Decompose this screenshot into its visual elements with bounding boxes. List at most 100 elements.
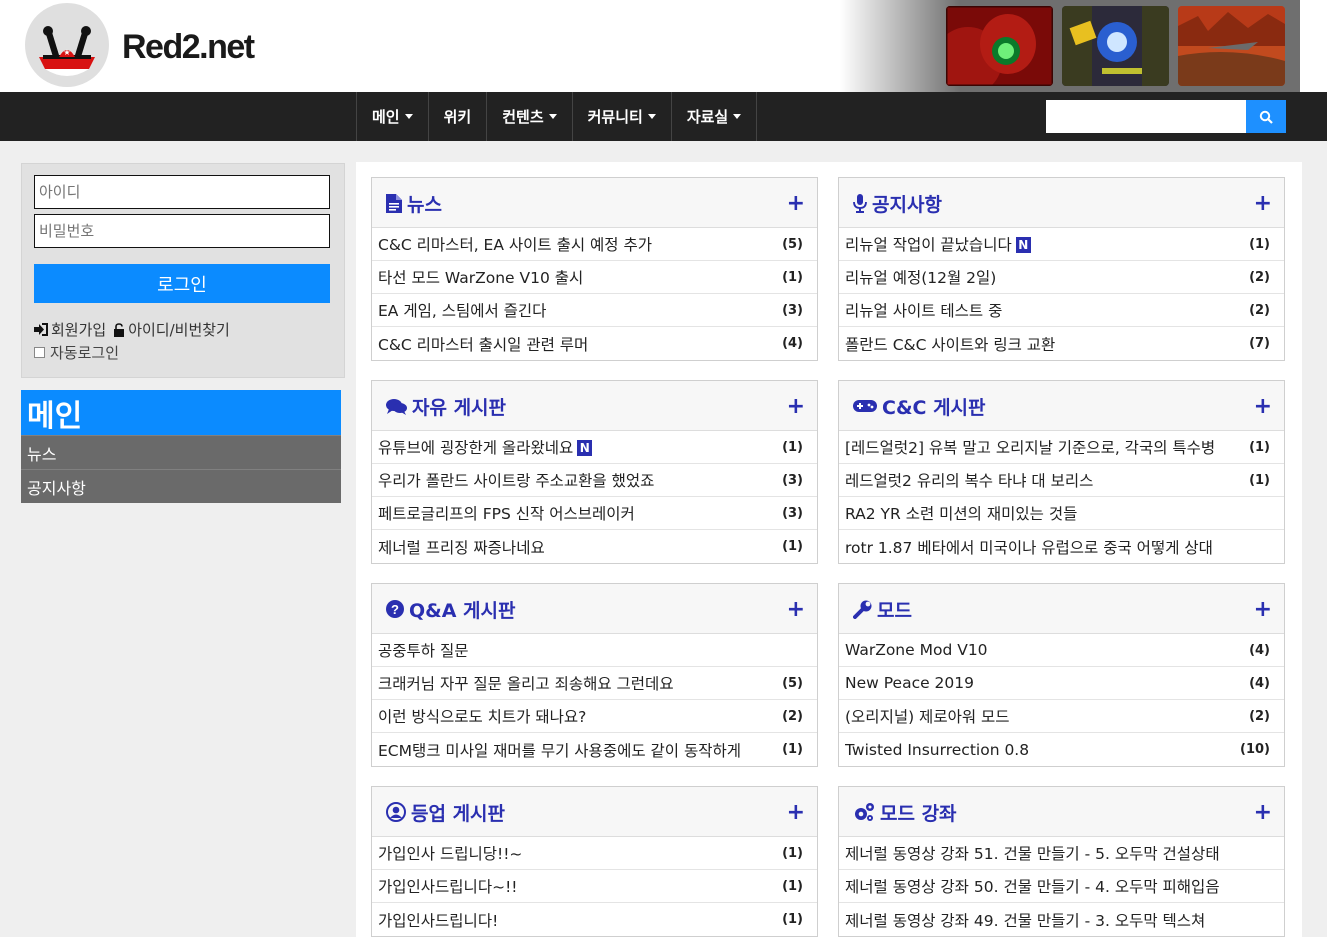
post-row[interactable]: 이런 방식으로도 치트가 돼나요? (2)	[372, 700, 817, 733]
nav-item-wiki[interactable]: 위키	[429, 92, 488, 141]
post-title[interactable]: 가입인사드립니다!	[378, 909, 776, 931]
post-title[interactable]: 크래커님 자꾸 질문 올리고 죄송해요 그런데요	[378, 672, 776, 694]
post-title[interactable]: 페트로글리프의 FPS 신작 어스브레이커	[378, 502, 776, 524]
post-title[interactable]: 제너럴 프리징 짜증나네요	[378, 536, 776, 558]
post-row[interactable]: 제너럴 동영상 강좌 51. 건물 만들기 - 5. 오두막 건설상태	[839, 837, 1284, 870]
post-row[interactable]: 제너럴 동영상 강좌 49. 건물 만들기 - 3. 오두막 텍스쳐	[839, 903, 1284, 936]
board-title[interactable]: C&C 게시판	[853, 381, 986, 431]
post-title[interactable]: 공중투하 질문	[378, 639, 803, 661]
game-thumbnail-ra[interactable]	[1062, 6, 1169, 86]
post-row[interactable]: rotr 1.87 베타에서 미국이나 유럽으로 중국 어떻게 상대	[839, 530, 1284, 563]
post-row[interactable]: New Peace 2019 (4)	[839, 667, 1284, 700]
post-row[interactable]: 가입인사 드립니당!!~ (1)	[372, 837, 817, 870]
post-row[interactable]: (오리지널) 제로아워 모드 (2)	[839, 700, 1284, 733]
post-row[interactable]: WarZone Mod V10 (4)	[839, 634, 1284, 667]
post-title[interactable]: (오리지널) 제로아워 모드	[845, 705, 1243, 727]
post-title[interactable]: 레드얼럿2 유리의 복수 타냐 대 보리스	[845, 469, 1243, 491]
post-title[interactable]: 유튜브에 굉장한게 올라왔네요 N	[378, 436, 776, 458]
board-title[interactable]: 모드 강좌	[853, 787, 957, 837]
post-row[interactable]: RA2 YR 소련 미션의 재미있는 것들	[839, 497, 1284, 530]
post-row[interactable]: 가입인사드립니다! (1)	[372, 903, 817, 936]
post-title[interactable]: 타선 모드 WarZone V10 출시	[378, 266, 776, 288]
search-input[interactable]	[1046, 100, 1246, 133]
new-badge: N	[577, 440, 593, 456]
post-title[interactable]: 리뉴얼 사이트 테스트 중	[845, 299, 1243, 321]
post-title[interactable]: [레드얼럿2] 유복 말고 오리지날 기준으로, 각국의 특수병	[845, 436, 1243, 458]
post-title[interactable]: ECM탱크 미사일 재머를 무기 사용중에도 같이 동작하게	[378, 739, 776, 761]
more-plus-icon[interactable]: +	[1254, 800, 1272, 825]
post-title[interactable]: 가입인사 드립니당!!~	[378, 842, 776, 864]
post-row[interactable]: 제너럴 프리징 짜증나네요 (1)	[372, 530, 817, 563]
game-thumbnail-generals[interactable]	[1178, 6, 1285, 86]
post-row[interactable]: EA 게임, 스팀에서 즐긴다 (3)	[372, 294, 817, 327]
site-logo-text[interactable]: Red2.net	[122, 28, 255, 67]
nav-item-contents[interactable]: 컨텐츠	[487, 92, 573, 141]
post-title[interactable]: New Peace 2019	[845, 674, 1243, 692]
post-row[interactable]: 제너럴 동영상 강좌 50. 건물 만들기 - 4. 오두막 피해입음	[839, 870, 1284, 903]
post-row[interactable]: 리뉴얼 사이트 테스트 중 (2)	[839, 294, 1284, 327]
nav-item-archive[interactable]: 자료실	[672, 92, 758, 141]
post-row[interactable]: 우리가 폴란드 사이트랑 주소교환을 했었죠 (3)	[372, 464, 817, 497]
post-row[interactable]: 타선 모드 WarZone V10 출시 (1)	[372, 261, 817, 294]
post-row[interactable]: 리뉴얼 예정(12월 2일) (2)	[839, 261, 1284, 294]
find-account-link[interactable]: 아이디/비번찾기	[128, 319, 230, 340]
password-input[interactable]	[34, 214, 330, 248]
post-title[interactable]: 이런 방식으로도 치트가 돼나요?	[378, 705, 776, 727]
auto-login[interactable]: 자동로그인	[34, 342, 119, 363]
post-row[interactable]: 페트로글리프의 FPS 신작 어스브레이커 (3)	[372, 497, 817, 530]
post-row[interactable]: C&C 리마스터 출시일 관련 루머 (4)	[372, 327, 817, 360]
post-row[interactable]: 유튜브에 굉장한게 올라왔네요 N (1)	[372, 431, 817, 464]
login-button[interactable]: 로그인	[34, 264, 330, 303]
post-title[interactable]: 제너럴 동영상 강좌 49. 건물 만들기 - 3. 오두막 텍스쳐	[845, 909, 1270, 931]
more-plus-icon[interactable]: +	[1254, 191, 1272, 216]
post-row[interactable]: 리뉴얼 작업이 끝났습니다 N (1)	[839, 228, 1284, 261]
board-title[interactable]: ? Q&A 게시판	[386, 584, 515, 634]
post-title[interactable]: 제너럴 동영상 강좌 50. 건물 만들기 - 4. 오두막 피해입음	[845, 875, 1270, 897]
post-title[interactable]: 리뉴얼 작업이 끝났습니다 N	[845, 233, 1243, 255]
board-title[interactable]: 공지사항	[853, 178, 942, 228]
more-plus-icon[interactable]: +	[787, 800, 805, 825]
nav-item-community[interactable]: 커뮤니티	[573, 92, 672, 141]
comment-count: (5)	[782, 236, 803, 252]
signup-link[interactable]: 회원가입	[51, 319, 106, 340]
post-row[interactable]: 공중투하 질문	[372, 634, 817, 667]
more-plus-icon[interactable]: +	[787, 394, 805, 419]
post-title[interactable]: rotr 1.87 베타에서 미국이나 유럽으로 중국 어떻게 상대	[845, 536, 1270, 558]
more-plus-icon[interactable]: +	[787, 191, 805, 216]
board-title[interactable]: 등업 게시판	[386, 787, 505, 837]
post-title[interactable]: C&C 리마스터 출시일 관련 루머	[378, 333, 776, 355]
game-thumbnail-cnc[interactable]	[946, 6, 1053, 86]
board-title[interactable]: 뉴스	[386, 178, 442, 228]
post-row[interactable]: C&C 리마스터, EA 사이트 출시 예정 추가 (5)	[372, 228, 817, 261]
post-title[interactable]: 우리가 폴란드 사이트랑 주소교환을 했었죠	[378, 469, 776, 491]
side-item-news[interactable]: 뉴스	[21, 435, 341, 469]
post-row[interactable]: 가입인사드립니다~!! (1)	[372, 870, 817, 903]
side-item-notice[interactable]: 공지사항	[21, 469, 341, 503]
post-row[interactable]: 크래커님 자꾸 질문 올리고 죄송해요 그런데요 (5)	[372, 667, 817, 700]
auto-login-checkbox[interactable]	[34, 347, 45, 358]
board-title[interactable]: 자유 게시판	[386, 381, 506, 431]
more-plus-icon[interactable]: +	[787, 597, 805, 622]
username-input[interactable]	[34, 175, 330, 209]
board-header: C&C 게시판 +	[839, 381, 1284, 431]
post-title[interactable]: Twisted Insurrection 0.8	[845, 741, 1234, 759]
post-title[interactable]: 제너럴 동영상 강좌 51. 건물 만들기 - 5. 오두막 건설상태	[845, 842, 1270, 864]
post-row[interactable]: 폴란드 C&C 사이트와 링크 교환 (7)	[839, 327, 1284, 360]
site-logo-icon[interactable]: ★	[25, 3, 109, 87]
post-title[interactable]: 가입인사드립니다~!!	[378, 875, 776, 897]
post-title[interactable]: EA 게임, 스팀에서 즐긴다	[378, 299, 776, 321]
nav-item-main[interactable]: 메인	[357, 92, 429, 141]
post-row[interactable]: Twisted Insurrection 0.8 (10)	[839, 733, 1284, 766]
post-title[interactable]: WarZone Mod V10	[845, 641, 1243, 659]
post-row[interactable]: 레드얼럿2 유리의 복수 타냐 대 보리스 (1)	[839, 464, 1284, 497]
more-plus-icon[interactable]: +	[1254, 394, 1272, 419]
more-plus-icon[interactable]: +	[1254, 597, 1272, 622]
post-title[interactable]: 리뉴얼 예정(12월 2일)	[845, 266, 1243, 288]
post-title[interactable]: 폴란드 C&C 사이트와 링크 교환	[845, 333, 1243, 355]
post-title[interactable]: RA2 YR 소련 미션의 재미있는 것들	[845, 502, 1270, 524]
post-row[interactable]: [레드얼럿2] 유복 말고 오리지날 기준으로, 각국의 특수병 (1)	[839, 431, 1284, 464]
search-button[interactable]	[1246, 100, 1286, 133]
post-title[interactable]: C&C 리마스터, EA 사이트 출시 예정 추가	[378, 233, 776, 255]
post-row[interactable]: ECM탱크 미사일 재머를 무기 사용중에도 같이 동작하게 (1)	[372, 733, 817, 766]
board-title[interactable]: 모드	[853, 584, 912, 634]
